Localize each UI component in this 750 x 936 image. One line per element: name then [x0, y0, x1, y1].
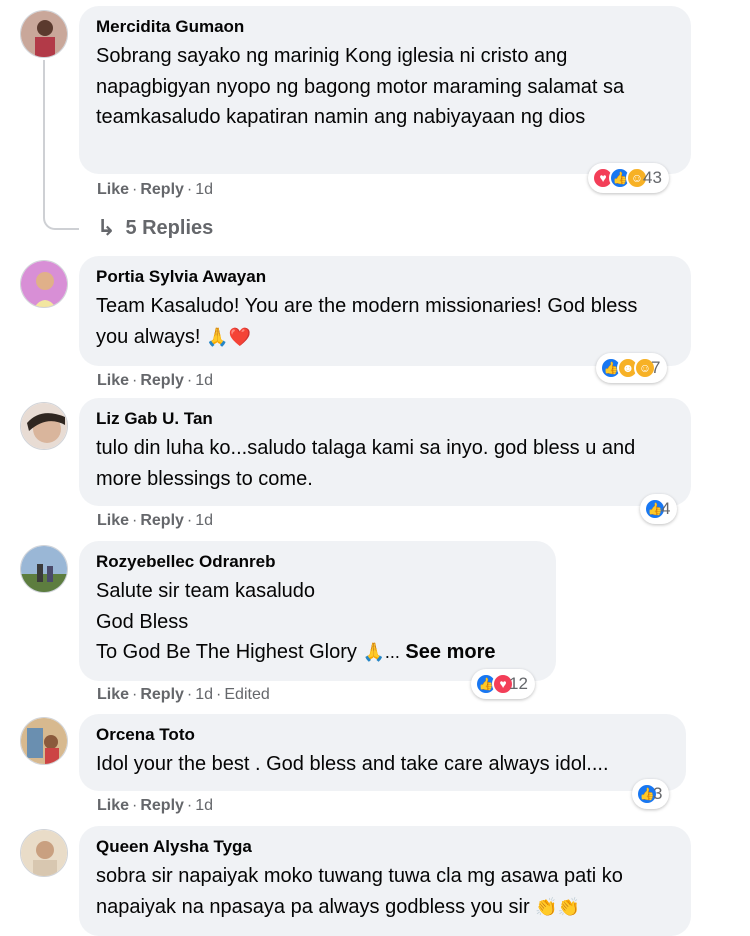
reaction-count: 43 — [643, 168, 662, 187]
reply-button[interactable]: Reply — [140, 372, 184, 389]
thread-line — [43, 60, 79, 230]
reaction-summary[interactable]: ♥ 👍 ☺ 43 — [588, 163, 669, 193]
comment-line-3: To God Be The Highest Glory 🙏... See mor… — [96, 637, 538, 668]
comment-text-body: Team Kasaludo! You are the modern missio… — [96, 295, 638, 348]
avatar[interactable] — [20, 402, 68, 450]
comment-actions: Like · Reply · 1d — [97, 371, 213, 391]
separator: · — [132, 512, 138, 529]
separator: · — [132, 372, 138, 389]
comment-bubble: Queen Alysha Tyga sobra sir napaiyak mok… — [79, 826, 691, 936]
comment-actions: Like · Reply · 1d — [97, 511, 213, 531]
see-more-link[interactable]: See more — [405, 641, 495, 663]
edited-label: Edited — [224, 686, 270, 703]
separator: · — [186, 797, 193, 814]
comment-author[interactable]: Orcena Toto — [96, 724, 668, 746]
timestamp[interactable]: 1d — [195, 181, 213, 198]
reaction-summary[interactable]: 👍 ♥ 12 — [471, 669, 535, 699]
comment-text: Team Kasaludo! You are the modern missio… — [96, 291, 673, 352]
separator: · — [186, 512, 193, 529]
separator: · — [186, 181, 193, 198]
comment-bubble: Orcena Toto Idol your the best . God ble… — [79, 714, 686, 791]
timestamp[interactable]: 1d — [195, 372, 213, 389]
prayer-heart-emoji: 🙏❤️ — [206, 326, 251, 347]
like-button[interactable]: Like — [97, 686, 129, 703]
comment-text: tulo din luha ko...saludo talaga kami sa… — [96, 437, 636, 490]
like-button[interactable]: Like — [97, 372, 129, 389]
separator: · — [132, 797, 138, 814]
timestamp[interactable]: 1d — [195, 797, 213, 814]
comment-line-1: Salute sir team kasaludo — [96, 580, 316, 602]
like-button[interactable]: Like — [97, 512, 129, 529]
like-button[interactable]: Like — [97, 797, 129, 814]
comment-author[interactable]: Portia Sylvia Awayan — [96, 266, 673, 288]
comment-actions: Like · Reply · 1d · Edited — [97, 685, 270, 705]
comment-bubble: Portia Sylvia Awayan Team Kasaludo! You … — [79, 256, 691, 366]
comment-text: sobra sir napaiyak moko tuwang tuwa cla … — [96, 861, 673, 922]
comment-author[interactable]: Mercidita Gumaon — [96, 16, 673, 38]
comment-author[interactable]: Queen Alysha Tyga — [96, 836, 673, 858]
reaction-count: 4 — [661, 499, 671, 518]
clapping-emoji: 👏👏 — [535, 896, 580, 917]
separator: · — [216, 686, 222, 703]
comment-text: Idol your the best . God bless and take … — [96, 753, 609, 775]
comment-line-3-text: To God Be The Highest Glory — [96, 641, 357, 663]
avatar[interactable] — [20, 10, 68, 58]
comment-line-2: God Bless — [96, 610, 189, 633]
reply-arrow-icon: ↳ — [97, 215, 116, 240]
comment-bubble: Mercidita Gumaon Sobrang sayako ng marin… — [79, 6, 691, 174]
reaction-count: 3 — [653, 784, 663, 803]
comment-actions: Like · Reply · 1d — [97, 796, 213, 816]
avatar[interactable] — [20, 545, 68, 593]
reply-button[interactable]: Reply — [140, 797, 184, 814]
reaction-count: 7 — [651, 358, 661, 377]
like-button[interactable]: Like — [97, 181, 129, 198]
reaction-count: 12 — [509, 674, 528, 693]
comment-actions: Like · Reply · 1d — [97, 180, 213, 200]
comment-author[interactable]: Rozyebellec Odranreb — [96, 551, 538, 573]
comment-text: Sobrang sayako ng marinig Kong iglesia n… — [96, 45, 625, 128]
avatar[interactable] — [20, 260, 68, 308]
reply-button[interactable]: Reply — [140, 181, 184, 198]
separator: · — [186, 686, 193, 703]
separator: · — [186, 372, 193, 389]
prayer-emoji: 🙏... — [362, 642, 400, 662]
reaction-summary[interactable]: 👍 3 — [632, 779, 670, 809]
reply-button[interactable]: Reply — [140, 512, 184, 529]
comment-bubble: Rozyebellec Odranreb Salute sir team kas… — [79, 541, 556, 681]
separator: · — [132, 686, 138, 703]
avatar[interactable] — [20, 717, 68, 765]
view-replies-button[interactable]: ↳ 5 Replies — [97, 215, 213, 241]
separator: · — [132, 181, 138, 198]
comment-author[interactable]: Liz Gab U. Tan — [96, 408, 673, 430]
replies-label: 5 Replies — [125, 216, 214, 239]
comment-bubble: Liz Gab U. Tan tulo din luha ko...saludo… — [79, 398, 691, 506]
avatar[interactable] — [20, 829, 68, 877]
timestamp[interactable]: 1d — [195, 512, 213, 529]
timestamp[interactable]: 1d — [195, 686, 213, 703]
reaction-summary[interactable]: 👍 ☻ ☺ 7 — [596, 353, 668, 383]
reaction-summary[interactable]: 👍 4 — [640, 494, 678, 524]
reply-button[interactable]: Reply — [140, 686, 184, 703]
